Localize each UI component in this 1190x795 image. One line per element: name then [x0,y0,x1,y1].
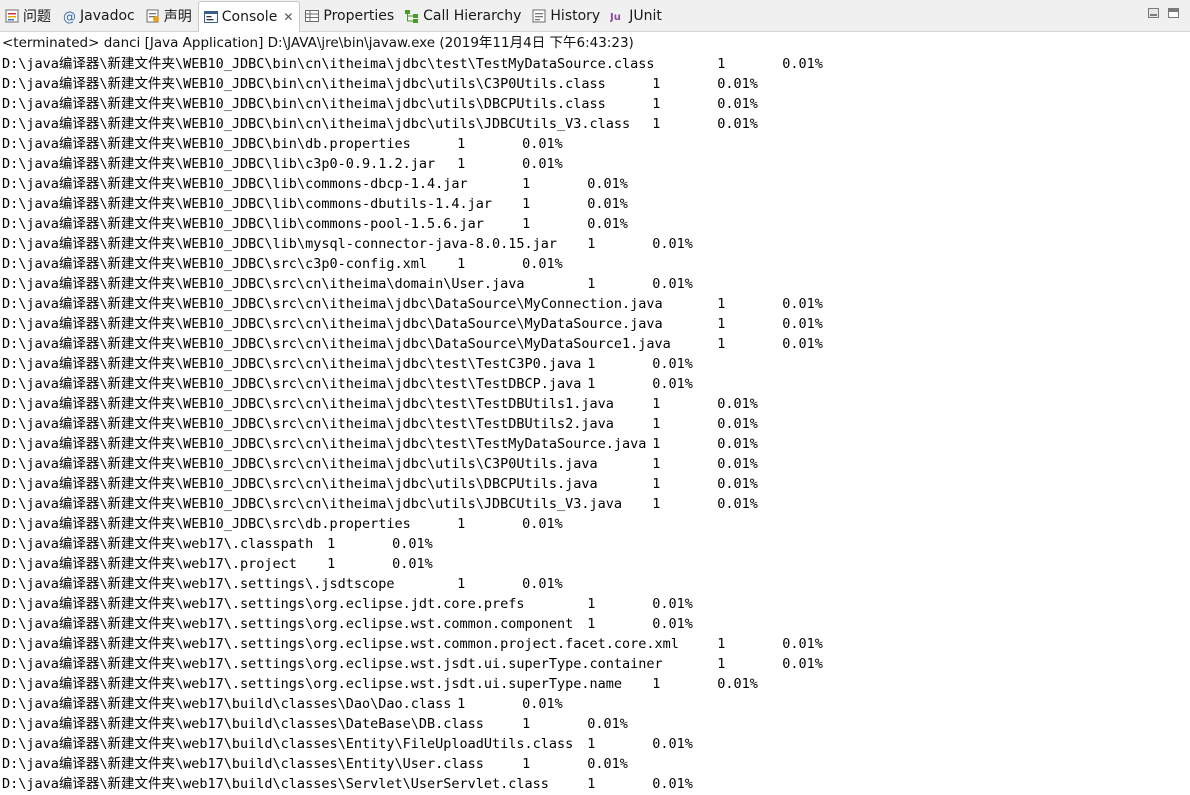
console-line: D:\java编译器\新建文件夹\WEB10_JDBC\src\cn\ithei… [2,456,758,472]
tab-javadoc[interactable]: @ Javadoc [57,1,141,31]
console-line: D:\java编译器\新建文件夹\WEB10_JDBC\bin\cn\ithei… [2,96,758,112]
console-line: D:\java编译器\新建文件夹\WEB10_JDBC\lib\mysql-co… [2,236,693,252]
console-line: D:\java编译器\新建文件夹\WEB10_JDBC\lib\commons-… [2,176,628,192]
tab-label: Console [221,9,278,25]
svg-text:Ju: Ju [610,12,621,23]
tab-declaration[interactable]: 声明 [141,1,198,31]
console-line: D:\java编译器\新建文件夹\web17\.settings\org.ecl… [2,636,823,652]
tab-label: Call Hierarchy [423,8,522,24]
console-line: D:\java编译器\新建文件夹\web17\build\classes\Ser… [2,776,693,792]
console-line: D:\java编译器\新建文件夹\WEB10_JDBC\bin\cn\ithei… [2,56,823,72]
console-status-line: <terminated> danci [Java Application] D:… [2,35,634,51]
tab-label: History [550,8,601,24]
console-line: D:\java编译器\新建文件夹\web17\.settings\org.ecl… [2,596,693,612]
maximize-button[interactable] [1168,8,1179,18]
tab-label: JUnit [629,8,662,24]
console-line: D:\java编译器\新建文件夹\WEB10_JDBC\src\db.prope… [2,516,563,532]
console-line: D:\java编译器\新建文件夹\WEB10_JDBC\bin\cn\ithei… [2,116,758,132]
console-line: D:\java编译器\新建文件夹\WEB10_JDBC\src\cn\ithei… [2,436,758,452]
properties-icon [304,8,320,24]
history-icon [531,8,547,24]
console-line: D:\java编译器\新建文件夹\WEB10_JDBC\src\cn\ithei… [2,296,823,312]
console-line: D:\java编译器\新建文件夹\web17\.classpath 1 0.01… [2,536,433,552]
console-line: D:\java编译器\新建文件夹\WEB10_JDBC\src\cn\ithei… [2,356,693,372]
tab-call-hierarchy[interactable]: Call Hierarchy [400,1,527,31]
console-line: D:\java编译器\新建文件夹\web17\build\classes\Dao… [2,696,563,712]
console-line: D:\java编译器\新建文件夹\web17\.settings\.jsdtsc… [2,576,563,592]
console-line: D:\java编译器\新建文件夹\WEB10_JDBC\lib\c3p0-0.9… [2,156,563,172]
console-line: D:\java编译器\新建文件夹\web17\build\classes\Ent… [2,756,628,772]
minimize-button[interactable] [1148,8,1159,18]
console-line: D:\java编译器\新建文件夹\WEB10_JDBC\src\c3p0-con… [2,256,563,272]
console-line: D:\java编译器\新建文件夹\WEB10_JDBC\bin\cn\ithei… [2,76,758,92]
declaration-icon [145,8,161,24]
view-tab-bar: 问题 @ Javadoc 声明 Console ✕ Properties Cal… [0,0,1190,32]
console-line: D:\java编译器\新建文件夹\WEB10_JDBC\src\cn\ithei… [2,496,758,512]
console-line: D:\java编译器\新建文件夹\WEB10_JDBC\src\cn\ithei… [2,416,758,432]
tab-label: 问题 [23,9,51,25]
javadoc-icon: @ [61,8,77,24]
junit-icon: Ju [610,8,626,24]
console-line: D:\java编译器\新建文件夹\WEB10_JDBC\lib\commons-… [2,196,628,212]
close-icon[interactable]: ✕ [283,10,293,24]
console-line: D:\java编译器\新建文件夹\web17\.settings\org.ecl… [2,656,823,672]
console-line: D:\java编译器\新建文件夹\WEB10_JDBC\bin\db.prope… [2,136,563,152]
console-line: D:\java编译器\新建文件夹\WEB10_JDBC\src\cn\ithei… [2,476,758,492]
console-line: D:\java编译器\新建文件夹\web17\build\classes\Dat… [2,716,628,732]
console-line: D:\java编译器\新建文件夹\web17\build\classes\Ent… [2,736,693,752]
tab-properties[interactable]: Properties [300,1,400,31]
console-line: D:\java编译器\新建文件夹\WEB10_JDBC\src\cn\ithei… [2,376,693,392]
tab-history[interactable]: History [527,1,606,31]
console-line: D:\java编译器\新建文件夹\WEB10_JDBC\src\cn\ithei… [2,276,693,292]
tab-junit[interactable]: Ju JUnit [606,1,668,31]
tab-console[interactable]: Console ✕ [197,1,301,32]
svg-text:@: @ [63,10,76,24]
tab-label: Properties [323,8,395,24]
console-line: D:\java编译器\新建文件夹\web17\.project 1 0.01% [2,556,433,572]
console-line: D:\java编译器\新建文件夹\WEB10_JDBC\src\cn\ithei… [2,396,758,412]
tab-problems[interactable]: 问题 [0,1,57,31]
console-line: D:\java编译器\新建文件夹\web17\.settings\org.ecl… [2,676,758,692]
tab-label: Javadoc [80,8,135,24]
console-icon [203,9,219,25]
console-line: D:\java编译器\新建文件夹\web17\.settings\org.ecl… [2,616,693,632]
tab-label: 声明 [163,9,192,25]
problems-icon [4,8,20,24]
console-line: D:\java编译器\新建文件夹\WEB10_JDBC\src\cn\ithei… [2,316,823,332]
console-line: D:\java编译器\新建文件夹\WEB10_JDBC\src\cn\ithei… [2,336,823,352]
console-output[interactable]: D:\java编译器\新建文件夹\WEB10_JDBC\bin\cn\ithei… [2,54,1188,795]
call-hierarchy-icon [404,8,420,24]
console-line: D:\java编译器\新建文件夹\WEB10_JDBC\lib\commons-… [2,216,628,232]
